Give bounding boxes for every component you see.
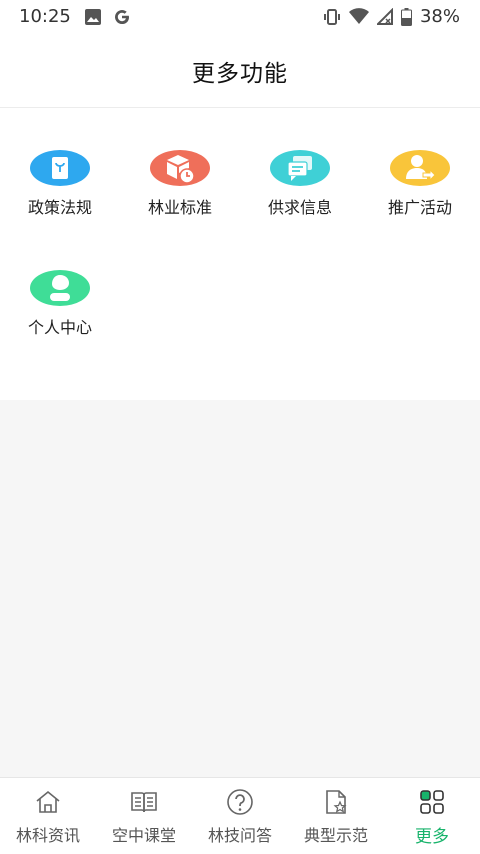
- tab-label: 典型示范: [303, 826, 368, 845]
- home-icon: [36, 790, 60, 813]
- feature-label: 林业标准: [147, 198, 212, 217]
- image-notification-icon: [85, 9, 101, 25]
- feature-supply-demand[interactable]: 供求信息: [240, 108, 360, 218]
- tab-news[interactable]: 林科资讯: [0, 778, 96, 854]
- header: 更多功能: [0, 34, 480, 108]
- tab-classroom[interactable]: 空中课堂: [96, 778, 192, 854]
- feature-promotion[interactable]: 推广活动: [360, 108, 480, 218]
- bottom-tab-bar: 林科资讯 空中课堂 林技问答 典型示范 更多: [0, 777, 480, 854]
- chat-bubbles-icon: [270, 150, 330, 186]
- status-time: 10:25: [19, 6, 71, 27]
- feature-policy[interactable]: 政策法规: [0, 108, 120, 218]
- battery-percent: 38%: [419, 6, 460, 27]
- feature-label: 供求信息: [267, 198, 332, 217]
- box-clock-icon: [150, 150, 210, 186]
- status-notification-icons: [84, 7, 132, 27]
- feature-standards[interactable]: 林业标准: [120, 108, 240, 218]
- status-system-icons: 38%: [323, 6, 460, 27]
- feature-grid: 政策法规 林业标准 供求信息 推广活动 个人中心: [0, 108, 480, 400]
- feature-label: 推广活动: [387, 198, 452, 217]
- battery-icon: [400, 7, 412, 26]
- google-notification-icon: [115, 10, 129, 24]
- tab-qa[interactable]: 林技问答: [192, 778, 288, 854]
- tab-demo[interactable]: 典型示范: [288, 778, 384, 854]
- tab-label: 林技问答: [207, 826, 272, 845]
- signal-icon: [376, 7, 393, 25]
- page-title: 更多功能: [192, 60, 288, 87]
- feature-label: 政策法规: [27, 198, 92, 217]
- tab-more[interactable]: 更多: [384, 778, 480, 854]
- tab-label: 林科资讯: [15, 826, 80, 845]
- feature-label: 个人中心: [27, 318, 92, 337]
- feature-personal-center[interactable]: 个人中心: [0, 228, 120, 338]
- doc-star-icon: [326, 790, 347, 814]
- vibrate-icon: [323, 8, 340, 25]
- status-bar: 10:25 38%: [0, 0, 480, 34]
- tab-label: 空中课堂: [111, 826, 176, 845]
- question-icon: [227, 789, 253, 815]
- policy-book-icon: [30, 150, 90, 186]
- tab-label: 更多: [415, 827, 449, 847]
- person-share-icon: [390, 150, 450, 186]
- grid-icon: [420, 790, 444, 814]
- person-leaf-icon: [30, 270, 90, 306]
- wifi-icon: [348, 7, 369, 24]
- book-icon: [131, 792, 157, 813]
